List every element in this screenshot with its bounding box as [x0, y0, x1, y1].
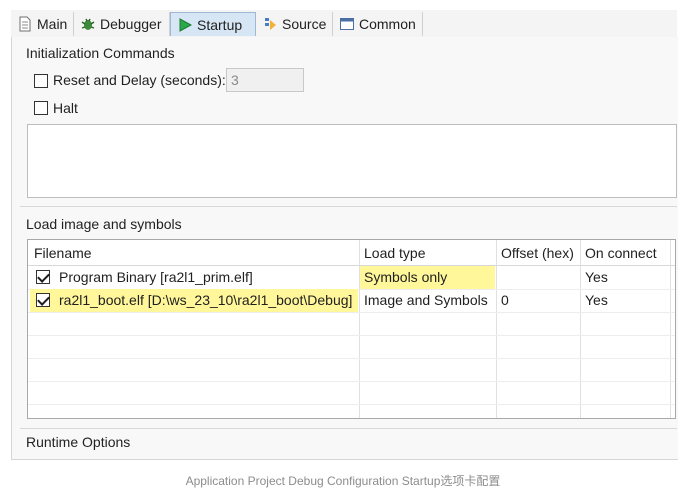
offset-cell[interactable]: [497, 266, 579, 289]
tab-source[interactable]: Source: [256, 12, 333, 36]
bug-icon: [81, 18, 95, 30]
row-divider: [28, 312, 675, 313]
filename-cell: Program Binary [ra2l1_prim.elf]: [59, 269, 253, 285]
load-image-table: Filename Load type Offset (hex) On conne…: [27, 239, 676, 419]
delay-seconds-input[interactable]: 3: [226, 68, 304, 92]
offset-cell[interactable]: 0: [497, 289, 579, 312]
row-checkbox[interactable]: [36, 270, 50, 284]
filename-cell: ra2l1_boot.elf [D:\ws_23_10\ra2l1_boot\D…: [59, 292, 353, 308]
reset-delay-label: Reset and Delay (seconds):: [53, 72, 226, 88]
tab-debugger[interactable]: Debugger: [74, 12, 170, 36]
tab-label: Common: [359, 16, 416, 32]
divider: [20, 206, 677, 207]
divider: [20, 428, 677, 429]
window-icon: [340, 18, 354, 30]
document-icon: [19, 16, 31, 32]
init-commands-textarea[interactable]: [27, 124, 677, 198]
halt-label: Halt: [53, 100, 78, 116]
row-divider: [28, 381, 675, 382]
column-divider: [670, 240, 671, 418]
halt-checkbox[interactable]: [34, 101, 48, 115]
load-type-cell[interactable]: Image and Symbols: [360, 289, 495, 312]
figure-caption: Application Project Debug Configuration …: [185, 474, 501, 488]
row-divider: [28, 404, 675, 405]
tab-label: Startup: [197, 17, 243, 33]
tab-common[interactable]: Common: [333, 12, 423, 36]
source-icon: [265, 18, 276, 30]
tab-label: Main: [37, 16, 68, 32]
group-title-init: Initialization Commands: [26, 45, 175, 61]
row-divider: [28, 335, 675, 336]
tab-startup[interactable]: Startup: [170, 12, 256, 36]
play-icon: [179, 18, 193, 32]
column-header-load-type[interactable]: Load type: [360, 242, 495, 265]
row-divider: [28, 358, 675, 359]
column-header-offset[interactable]: Offset (hex): [497, 242, 579, 265]
group-title-runtime: Runtime Options: [26, 434, 131, 450]
row-checkbox[interactable]: [36, 293, 50, 307]
on-connect-cell[interactable]: Yes: [581, 289, 669, 312]
column-header-filename[interactable]: Filename: [30, 242, 358, 265]
group-title-load: Load image and symbols: [26, 216, 182, 232]
tab-label: Source: [282, 16, 327, 32]
tab-bar: Main Debugger Startup Source Common: [11, 10, 677, 38]
load-type-cell[interactable]: Symbols only: [360, 266, 495, 289]
column-header-on-connect[interactable]: On connect: [581, 242, 669, 265]
on-connect-cell[interactable]: Yes: [581, 266, 669, 289]
reset-delay-checkbox[interactable]: [34, 74, 48, 88]
tab-main[interactable]: Main: [11, 12, 74, 36]
tab-label: Debugger: [100, 16, 162, 32]
